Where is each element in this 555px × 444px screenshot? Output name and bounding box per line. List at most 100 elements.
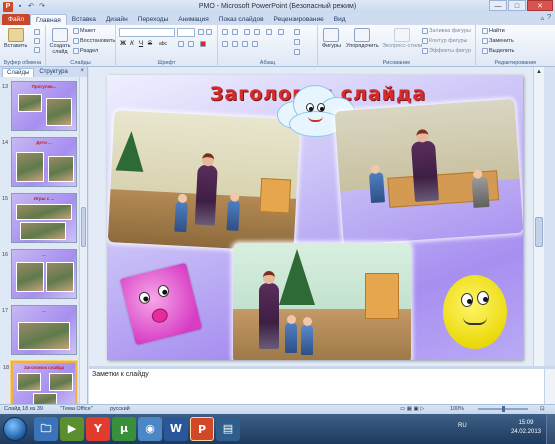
torrent-taskbar-icon[interactable]: µ (112, 417, 136, 441)
smartart-icon[interactable] (294, 49, 300, 55)
yandex-taskbar-icon[interactable]: Y (86, 417, 110, 441)
layout-button[interactable]: Макет (73, 28, 96, 34)
minimize-button[interactable]: — (489, 0, 507, 11)
redo-icon[interactable]: ↷ (38, 3, 46, 11)
chrome-taskbar-icon[interactable]: ◉ (138, 417, 162, 441)
slide-thumbnail[interactable]: 15 Игры с ... (2, 193, 77, 243)
justify-icon[interactable] (252, 41, 258, 47)
close-icon[interactable]: × (80, 68, 84, 74)
select-button[interactable]: Выделить (482, 48, 514, 54)
align-text-icon[interactable] (294, 39, 300, 45)
tab-file[interactable]: Файл (2, 14, 30, 25)
view-buttons[interactable]: ▭ ▦ ▣ ▷ (400, 406, 424, 412)
show-desktop-button[interactable] (546, 414, 555, 444)
shadow-button[interactable]: abc (156, 40, 170, 48)
slide-thumbnail[interactable]: 14 Дети ... (2, 137, 77, 187)
replace-button[interactable]: Заменить (482, 38, 514, 44)
tab-transitions[interactable]: Переходы (133, 14, 174, 25)
help-icon[interactable]: ? (547, 14, 551, 22)
word-taskbar-icon[interactable]: W (164, 417, 188, 441)
quick-styles-button[interactable]: Экспресс-стили (382, 28, 422, 49)
font-size-select[interactable] (177, 28, 195, 37)
align-center-icon[interactable] (232, 41, 238, 47)
scrollbar-thumb[interactable] (535, 217, 543, 247)
slide-thumbnail[interactable]: 13 Прогулки... (2, 81, 77, 131)
scrollbar-thumb[interactable] (81, 207, 86, 247)
notes-placeholder[interactable]: Заметки к слайду (92, 371, 149, 378)
folder-taskbar-icon[interactable]: ▤ (216, 417, 240, 441)
slide-canvas[interactable]: Заголовок слайда (107, 75, 523, 360)
text-direction-icon[interactable] (294, 29, 300, 35)
tab-home[interactable]: Главная (29, 14, 67, 25)
language-status[interactable]: русский (110, 406, 130, 412)
save-icon[interactable]: ▪ (16, 3, 24, 11)
media-taskbar-icon[interactable]: ▶ (60, 417, 84, 441)
language-indicator[interactable]: RU (458, 423, 467, 429)
find-button[interactable]: Найти (482, 28, 505, 34)
shapes-button[interactable]: Фигуры (322, 28, 341, 49)
change-case-icon[interactable] (188, 41, 194, 47)
slides-panel-scrollbar[interactable] (79, 77, 87, 404)
close-button[interactable]: ✕ (527, 0, 553, 11)
shape-fill-button[interactable]: Заливка фигуры (422, 28, 471, 34)
font-family-select[interactable] (119, 28, 175, 37)
slide-thumbnail[interactable]: 16 ... (2, 249, 77, 299)
scroll-up-icon[interactable]: ▲ (534, 67, 544, 77)
format-painter-icon[interactable] (34, 47, 40, 53)
section-button[interactable]: Раздел (73, 48, 98, 54)
zoom-slider-knob[interactable] (502, 406, 505, 412)
slide-number: 17 (2, 308, 9, 314)
copy-icon[interactable] (34, 38, 40, 44)
bold-button[interactable]: Ж (119, 40, 127, 48)
cut-icon[interactable] (34, 29, 40, 35)
underline-button[interactable]: Ч (137, 40, 145, 48)
undo-icon[interactable]: ↶ (27, 3, 35, 11)
tab-design[interactable]: Дизайн (101, 14, 133, 25)
decrease-indent-icon[interactable] (244, 29, 250, 35)
slide-photo-christmas[interactable] (233, 243, 411, 360)
workspace-scrollbar[interactable]: ▲ (533, 67, 544, 366)
slide-thumbnail-selected[interactable]: 18 Заголовок слайда (3, 361, 77, 404)
strikethrough-button[interactable]: S (146, 40, 154, 48)
notes-pane[interactable]: Заметки к слайду (89, 366, 555, 404)
numbering-icon[interactable] (232, 29, 238, 35)
increase-indent-icon[interactable] (254, 29, 260, 35)
fit-slide-icon[interactable]: ⊡ (540, 406, 545, 412)
arrange-button[interactable]: Упорядочить (346, 28, 379, 49)
align-right-icon[interactable] (242, 41, 248, 47)
start-button[interactable] (3, 417, 27, 441)
notes-scrollbar[interactable] (544, 369, 555, 404)
tab-animation[interactable]: Анимация (173, 14, 214, 25)
italic-button[interactable]: К (128, 40, 136, 48)
yellow-smiley-image[interactable] (443, 275, 507, 349)
char-spacing-icon[interactable] (178, 41, 184, 47)
maximize-button[interactable]: □ (508, 0, 526, 11)
align-left-icon[interactable] (222, 41, 228, 47)
tab-outline[interactable]: Структура (35, 68, 71, 77)
columns-icon[interactable] (278, 29, 284, 35)
pink-smiley-image[interactable] (119, 262, 203, 346)
tab-view[interactable]: Вид (329, 14, 351, 25)
decrease-font-icon[interactable] (206, 29, 212, 35)
zoom-level[interactable]: 100% (450, 406, 464, 412)
slide-photo-table[interactable] (334, 98, 523, 245)
font-color-icon[interactable] (200, 41, 206, 47)
shape-outline-button[interactable]: Контур фигуры (422, 38, 467, 44)
increase-font-icon[interactable] (198, 29, 204, 35)
slide-photo-gym[interactable] (107, 110, 301, 252)
explorer-taskbar-icon[interactable]: 🗀 (34, 417, 58, 441)
paste-button[interactable]: Вставить (4, 28, 27, 49)
reset-button[interactable]: Восстановить (73, 38, 115, 44)
line-spacing-icon[interactable] (266, 29, 272, 35)
shape-effects-button[interactable]: Эффекты фигур (422, 48, 471, 54)
minimize-ribbon-icon[interactable]: ▵ (541, 14, 545, 22)
clock[interactable]: 15:09 24.02.2013 (511, 419, 541, 437)
tab-review[interactable]: Рецензирование (269, 14, 329, 25)
slide-thumbnail[interactable]: 17 ... (2, 305, 77, 355)
tab-insert[interactable]: Вставка (67, 14, 101, 25)
tab-slides[interactable]: Слайды (2, 68, 35, 77)
bullets-icon[interactable] (222, 29, 228, 35)
new-slide-button[interactable]: Создать слайд (49, 28, 71, 55)
powerpoint-taskbar-icon[interactable]: P (190, 417, 214, 441)
tab-slideshow[interactable]: Показ слайдов (214, 14, 269, 25)
